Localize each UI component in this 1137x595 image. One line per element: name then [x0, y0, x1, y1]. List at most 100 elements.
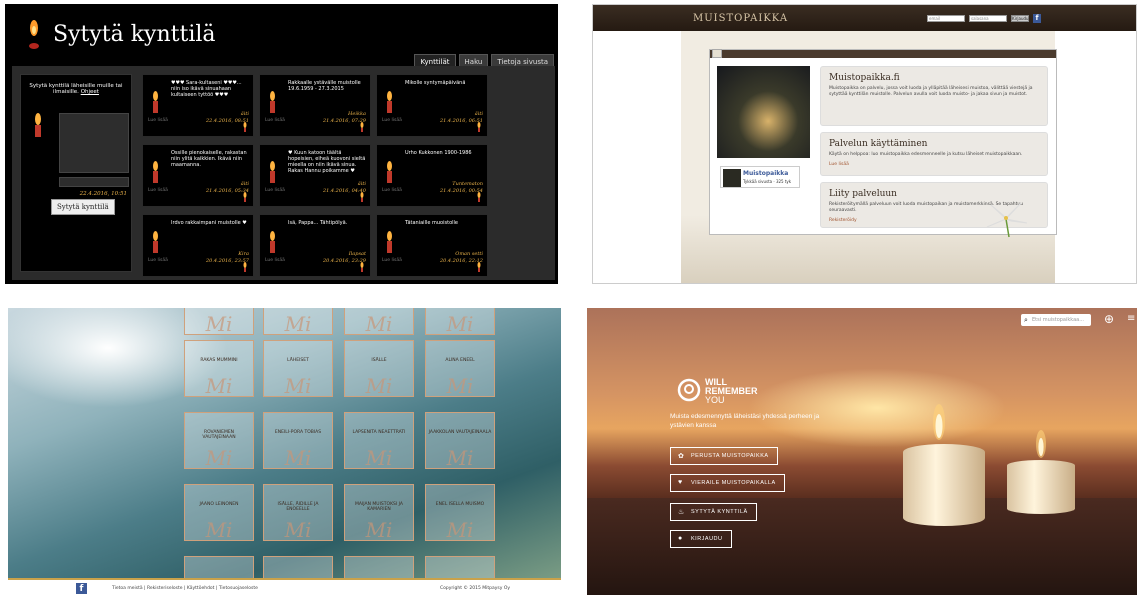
read-more-link[interactable]: Lue lisää [148, 118, 168, 123]
card-message: Ossille pienokaiselle, rakastan niin yli… [171, 150, 247, 168]
memorial-tile[interactable]: ENEL ISELLA MUISMO Mi [425, 484, 495, 542]
name-input[interactable] [59, 177, 129, 187]
candle-card[interactable]: Irdvo rakkaimpani muistolle ♥ Kira 20.4.20… [142, 214, 254, 277]
read-more-link[interactable]: Lue lisää [382, 118, 402, 123]
read-more-link[interactable]: Lue lisää [265, 258, 285, 263]
candle-icon [387, 231, 392, 253]
search-icon: ⌕ [1024, 316, 1028, 324]
tile-name: JAAKKOLAN VAUTAJEINAALA [428, 430, 492, 435]
candle-card[interactable]: Tätaniaille muoistolle Oman setti 20.4.201… [376, 214, 488, 277]
memorial-tile[interactable]: ALINA ENEEL Mi [425, 340, 495, 398]
read-more-link[interactable]: Lue lisää [148, 258, 168, 263]
read-more-link[interactable]: Lue lisää [829, 162, 1039, 167]
visit-memorial-button[interactable]: ♥ VIERAILE MUISTOPAIKALLA [670, 474, 785, 492]
login-button[interactable]: Kirjaudu [1011, 15, 1029, 22]
tile-name: ENEL ISELLA MUISMO [435, 502, 485, 507]
search-input[interactable]: ⌕ Etsi muistopaikkaa... [1021, 314, 1091, 326]
fb-page-title[interactable]: Muistopaikka [743, 170, 788, 177]
large-candle-flame-icon [933, 404, 945, 440]
card-author: äiti [240, 111, 249, 117]
tile-mark: Mi [284, 446, 312, 470]
tile-name: ALINA ENEEL [445, 358, 475, 363]
candle-card[interactable]: Urho Kukkonen 1900-1986 Tuntematon 21.4.20… [376, 144, 488, 207]
card-message: Urho Kukkonen 1900-1986 [405, 150, 472, 156]
memorial-tile[interactable]: LÄHEISET Mi [263, 340, 333, 398]
footer-links[interactable]: Tietoa meistä | Rekisteriseloste | Käytt… [112, 586, 258, 591]
login-button[interactable]: ● KIRJAUDU [670, 530, 732, 548]
card-message: Mikolle syntymäpäivänä [405, 80, 466, 86]
candle-icon [270, 91, 275, 113]
light-candle-button[interactable]: Sytytä kynttilä [51, 199, 115, 215]
candle-card[interactable]: Rakkaalle ystävälle muistolle 19.6.1959 … [259, 74, 371, 137]
read-more-link[interactable]: Lue lisää [265, 188, 285, 193]
memorial-tile[interactable]: ISÄLLE, ÄIDILLE JA ENOEELLE Mi [263, 484, 333, 542]
tile-name: LÄHEISET [287, 358, 309, 363]
candle-icon [153, 91, 158, 113]
header-bar [593, 5, 1136, 31]
search-placeholder: Etsi muistopaikkaa... [1032, 317, 1084, 323]
card-author: äiti [357, 181, 366, 187]
read-more-link[interactable]: Lue lisää [148, 188, 168, 193]
message-textarea[interactable] [59, 113, 129, 173]
candle-card[interactable]: ♥ Kuun katoon täältä hopeisien, eiheä ku… [259, 144, 371, 207]
memorial-tile[interactable]: ENEILI-PORA TOBIAS Mi [263, 412, 333, 470]
usage-block: Palvelun käyttäminen Käytä on helppoa: l… [820, 132, 1048, 176]
email-field[interactable]: email [927, 15, 965, 22]
tile-mark: Mi [205, 518, 233, 542]
card-message: Tätaniaille muoistolle [405, 220, 458, 226]
read-more-link[interactable]: Lue lisää [382, 188, 402, 193]
facebook-widget[interactable]: Muistopaikka Tykkää sivusta · 325 tyk [720, 166, 800, 188]
small-candle [1007, 460, 1075, 514]
menu-icon[interactable]: ≡ [1127, 313, 1135, 324]
tile-name: ROVANIEMEN VAUTAJEINAAN [202, 430, 236, 440]
facebook-icon[interactable]: f [76, 583, 87, 594]
memorial-tile[interactable]: LAPSENITA NEAETTRATI Mi [344, 412, 414, 470]
tile-name: ISÄLLE [371, 358, 387, 363]
small-candle-icon [477, 122, 481, 132]
candle-card[interactable]: Ossille pienokaiselle, rakastan niin yli… [142, 144, 254, 207]
read-more-link[interactable]: Lue lisää [265, 118, 285, 123]
tile-name: LAPSENITA NEAETTRATI [352, 430, 406, 435]
card-author: Ilapsat [348, 251, 366, 257]
small-candle-icon [243, 262, 247, 272]
candle-card[interactable]: ♥♥♥ Sara-kultaseni ♥♥♥... niin iso ikävä… [142, 74, 254, 137]
small-candle-icon [477, 192, 481, 202]
large-candle [903, 444, 985, 526]
copyright: Copyright © 2015 Mitpaysy Oy [440, 586, 511, 591]
card-message: ♥♥♥ Sara-kultaseni ♥♥♥... niin iso ikävä… [171, 80, 242, 98]
memorial-tile[interactable]: MAIJAN MUISTOKSI JA KAMARIEN Mi [344, 484, 414, 542]
fb-like[interactable]: Tykkää sivusta · 325 tyk [743, 179, 791, 184]
memorial-tile[interactable]: JAANO LEINONEN Mi [184, 484, 254, 542]
instructions-link[interactable]: Ohjeet [81, 89, 99, 95]
small-candle-icon [360, 192, 364, 202]
memorial-tile[interactable]: JAAKKOLAN VAUTAJEINAALA Mi [425, 412, 495, 470]
create-memorial-button[interactable]: ✿ PERUSTA MUISTOPAIKKA [670, 447, 778, 465]
password-field[interactable]: salasana [969, 15, 1007, 22]
tile-name: ENEILI-PORA TOBIAS [274, 430, 322, 435]
memorial-tile[interactable]: RAKAS MUMMINI Mi [184, 340, 254, 398]
tile-mark: Mi [365, 518, 393, 542]
memorial-tile[interactable]: Mi [184, 308, 254, 336]
memorial-tile[interactable]: ISÄLLE Mi [344, 340, 414, 398]
light-candle-button[interactable]: ♨ SYTYTÄ KYNTTILÄ [670, 503, 757, 521]
facebook-icon[interactable]: f [1033, 14, 1041, 23]
memorial-tile[interactable]: Mi [263, 308, 333, 336]
memorial-tile[interactable]: ROVANIEMEN VAUTAJEINAAN Mi [184, 412, 254, 470]
read-more-link[interactable]: Lue lisää [382, 258, 402, 263]
tile-mark: Mi [446, 518, 474, 542]
tile-mark: Mi [365, 312, 393, 336]
screenshot-will-remember-you: ⌕ Etsi muistopaikkaa... ⊕ ≡ WILL REMEMBER… [587, 308, 1137, 595]
candle-card[interactable]: Isä, Pappa... Tähtipölyä. Ilapsat 20.4.201… [259, 214, 371, 277]
globe-icon[interactable]: ⊕ [1104, 312, 1114, 326]
fb-thumbnail [723, 169, 741, 187]
home-icon[interactable] [712, 49, 722, 58]
screenshot-muistopaikka: MUISTOPAIKKA email salasana Kirjaudu f M… [592, 4, 1137, 284]
candle-card[interactable]: Mikolle syntymäpäivänä äiti 21.4.2016, 06:… [376, 74, 488, 137]
small-candle-icon [243, 192, 247, 202]
memorial-tile[interactable]: Mi [344, 308, 414, 336]
lily-flower-icon [986, 202, 1028, 238]
memorial-tile[interactable]: Mi [425, 308, 495, 336]
tile-name: ISÄLLE, ÄIDILLE JA ENOEELLE [277, 502, 319, 512]
lantern-photo [717, 66, 810, 158]
brand-logo[interactable]: MUISTOPAIKKA [693, 13, 788, 24]
